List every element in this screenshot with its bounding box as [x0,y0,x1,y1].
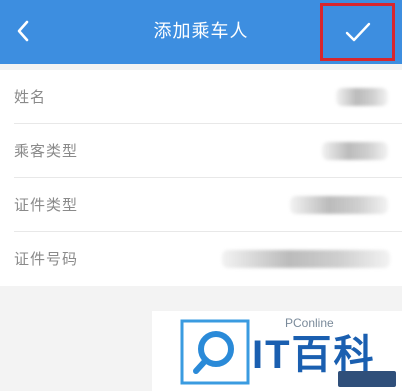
watermark: PConline IT百科 [152,311,402,391]
id-type-label: 证件类型 [14,196,79,214]
top-nav-bar: 添加乘车人 [0,0,402,64]
id-type-row[interactable]: 证件类型 [0,178,402,232]
name-value-blurred [336,88,388,106]
passenger-type-label: 乘客类型 [14,142,79,160]
passenger-type-row[interactable]: 乘客类型 [0,124,402,178]
id-number-label: 证件号码 [14,250,79,268]
name-label: 姓名 [14,88,47,106]
magnifier-logo-icon [180,319,250,385]
name-row[interactable]: 姓名 [0,70,402,124]
watermark-brand: PConline [285,316,334,330]
watermark-badge [338,371,396,387]
passenger-type-value-blurred [322,142,388,160]
passenger-form: 姓名 乘客类型 证件类型 证件号码 [0,70,402,286]
id-number-value-blurred [222,250,390,268]
id-type-value-blurred [290,196,388,214]
confirm-button[interactable] [320,3,395,61]
id-number-row[interactable]: 证件号码 [0,232,402,286]
checkmark-icon [345,22,370,42]
